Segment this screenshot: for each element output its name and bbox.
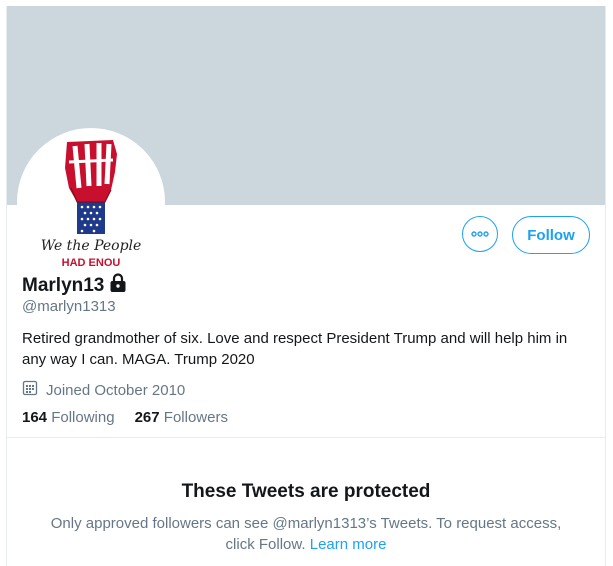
display-name: Marlyn13 [22,274,105,296]
following-count: 164 [22,409,48,426]
profile-bio: Retired grandmother of six. Love and res… [22,330,568,368]
following-stat[interactable]: 164 Following [22,409,115,426]
profile-stats: 164 Following 267 Followers [22,409,248,426]
joined-date-row: Joined October 2010 [22,380,185,400]
follow-button[interactable]: Follow [512,216,590,254]
joined-date: Joined October 2010 [46,381,186,399]
learn-more-link[interactable]: Learn more [310,536,387,553]
more-dots-icon [471,231,489,237]
lock-icon [109,273,127,298]
following-label: Following [51,409,115,426]
profile-name-row: Marlyn13 [22,273,127,298]
profile-handle: @marlyn1313 [22,298,116,315]
followers-label: Followers [163,409,228,426]
followers-stat[interactable]: 267 Followers [135,409,228,426]
calendar-icon [22,380,38,400]
protected-tweets-title: These Tweets are protected [181,481,431,502]
section-divider [7,437,605,438]
avatar-caption-1: We the People [41,238,142,254]
more-options-button[interactable] [462,216,498,252]
protected-tweets-message: Only approved followers can see @marlyn1… [37,513,575,555]
followers-count: 267 [134,409,160,426]
avatar-caption-2: HAD ENOU [62,257,121,269]
avatar[interactable]: We the People HAD ENOU [17,128,165,276]
protected-tweets-text: Only approved followers can see @marlyn1… [50,515,562,553]
profile-page: We the People HAD ENOU Follow Marlyn13 @… [6,6,606,566]
